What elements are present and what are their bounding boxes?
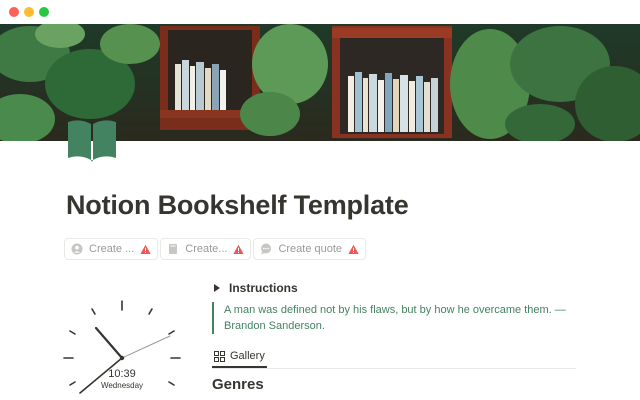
triangle-right-icon[interactable] <box>212 283 222 293</box>
tab-gallery[interactable]: Gallery <box>212 346 267 368</box>
tab-label: Gallery <box>230 350 265 362</box>
create-button-2[interactable]: Create... <box>160 238 252 260</box>
view-tabs: Gallery <box>212 346 576 369</box>
genres-heading[interactable]: Genres <box>212 376 264 393</box>
toggle-label: Instructions <box>229 281 298 295</box>
minimize-window-button[interactable] <box>24 7 34 17</box>
chat-bubble-icon <box>260 243 272 255</box>
user-circle-icon <box>71 243 83 255</box>
warning-icon <box>233 244 245 255</box>
maximize-window-button[interactable] <box>39 7 49 17</box>
action-buttons-row: Create ... Create... Create quote <box>64 238 368 260</box>
clock-day: Wednesday <box>100 381 144 390</box>
quote-block[interactable]: A man was defined not by his flaws, but … <box>212 302 594 334</box>
button-label: Create quote <box>278 243 343 255</box>
clock-widget: 10:39 Wednesday <box>58 295 186 400</box>
page-title[interactable]: Notion Bookshelf Template <box>66 190 409 221</box>
warning-icon <box>140 244 151 255</box>
close-window-button[interactable] <box>9 7 19 17</box>
create-button-1[interactable]: Create ... <box>64 238 159 260</box>
clock-time: 10:39 <box>108 368 136 380</box>
window-titlebar <box>0 0 640 24</box>
book-icon <box>167 243 179 255</box>
open-book-icon[interactable] <box>66 118 118 162</box>
create-quote-button[interactable]: Create quote <box>253 238 367 260</box>
warning-icon <box>348 244 359 255</box>
instructions-toggle[interactable]: Instructions <box>212 281 298 295</box>
button-label: Create... <box>185 243 228 255</box>
button-label: Create ... <box>89 243 135 255</box>
gallery-grid-icon <box>214 350 225 362</box>
